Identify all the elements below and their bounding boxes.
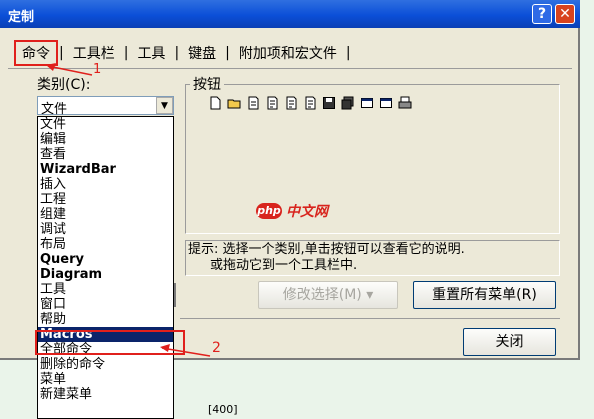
annotation-line-1	[47, 65, 93, 76]
annotation-number-2: 2	[212, 340, 221, 356]
annotation-number-1: 1	[93, 62, 102, 77]
annotation-arrowhead-1	[46, 63, 56, 71]
background-text-fragment: [400]	[208, 403, 238, 416]
annotation-highlight-macros	[35, 330, 185, 355]
annotation-arrows	[46, 63, 211, 357]
